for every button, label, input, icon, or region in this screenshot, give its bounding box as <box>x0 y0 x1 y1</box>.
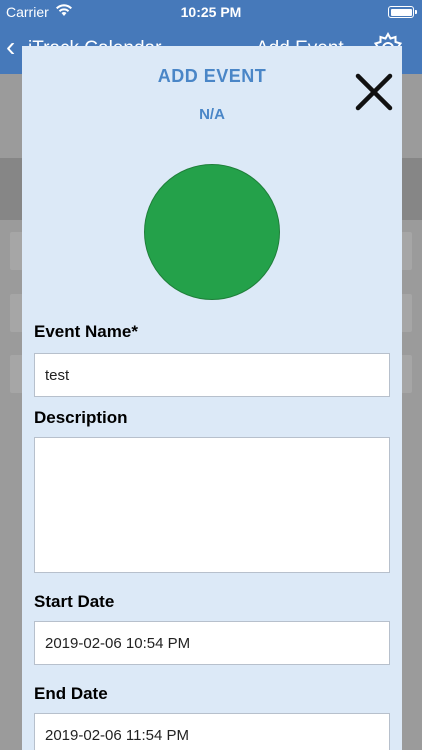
end-date-label: End Date <box>34 684 108 703</box>
close-icon[interactable] <box>352 70 396 114</box>
event-name-label: Event Name* <box>34 322 138 341</box>
description-textarea[interactable] <box>34 437 390 573</box>
back-chevron-icon[interactable]: ‹ <box>6 32 15 62</box>
start-date-label: Start Date <box>34 592 115 611</box>
description-label: Description <box>34 408 128 427</box>
start-date-input[interactable] <box>34 621 390 665</box>
status-time: 10:25 PM <box>180 4 242 20</box>
modal-title: ADD EVENT <box>157 66 267 86</box>
status-bar: Carrier 10:25 PM <box>0 0 422 24</box>
event-name-input[interactable] <box>34 353 390 397</box>
add-event-modal: ADD EVENT N/A Event Name* Description St… <box>22 46 402 750</box>
event-color-picker[interactable] <box>144 164 280 300</box>
end-date-input[interactable] <box>34 713 390 750</box>
modal-subtitle: N/A <box>199 106 225 123</box>
battery-icon <box>388 6 417 18</box>
